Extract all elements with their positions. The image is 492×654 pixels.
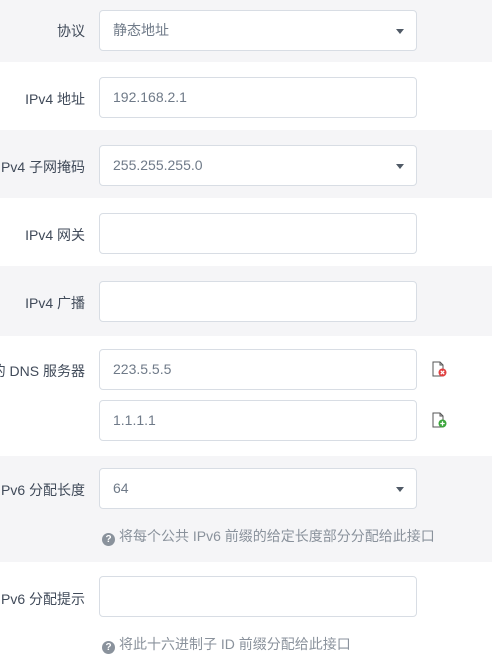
ipv4-gateway-input[interactable] bbox=[99, 213, 417, 254]
dns-label: 的 DNS 服务器 bbox=[0, 363, 85, 379]
protocol-select[interactable]: 静态地址 bbox=[99, 10, 417, 51]
dns-server-value-2: 1.1.1.1 bbox=[113, 412, 156, 428]
question-icon: ? bbox=[102, 533, 115, 546]
ipv6-assign-hint-input[interactable] bbox=[99, 576, 417, 617]
ipv6-assign-hint-label: IPv6 分配提示 bbox=[0, 591, 85, 607]
ipv6-assign-hint-hint: ? 将此十六进制子 ID 前缀分配给此接口 bbox=[102, 635, 351, 654]
ipv4-broadcast-label: IPv4 广播 bbox=[25, 295, 85, 311]
ipv6-assign-length-row: IPv6 分配长度 64 ? 将每个公共 IPv6 前缀的给定长度部分分配给此接口 bbox=[0, 456, 492, 562]
ipv4-gateway-row: IPv4 网关 bbox=[0, 198, 492, 266]
chevron-down-icon bbox=[396, 487, 404, 492]
ipv6-assign-length-value: 64 bbox=[113, 480, 129, 496]
ipv6-assign-hint-hint-text: 将此十六进制子 ID 前缀分配给此接口 bbox=[119, 636, 351, 652]
protocol-value: 静态地址 bbox=[113, 22, 169, 38]
ipv4-address-value: 192.168.2.1 bbox=[113, 89, 187, 105]
ipv4-gateway-label: IPv4 网关 bbox=[25, 227, 85, 243]
ipv4-netmask-select[interactable]: 255.255.255.0 bbox=[99, 145, 417, 186]
chevron-down-icon bbox=[396, 164, 404, 169]
ipv6-assign-length-select[interactable]: 64 bbox=[99, 468, 417, 509]
ipv4-netmask-label: IPv4 子网掩码 bbox=[0, 159, 85, 175]
remove-entry-icon[interactable] bbox=[431, 361, 447, 377]
ipv4-address-row: IPv4 地址 192.168.2.1 bbox=[0, 62, 492, 130]
ipv6-assign-length-label: IPv6 分配长度 bbox=[0, 482, 85, 498]
ipv6-assign-length-hint: ? 将每个公共 IPv6 前缀的给定长度部分分配给此接口 bbox=[102, 527, 435, 546]
protocol-row: 协议 静态地址 bbox=[0, 0, 492, 62]
ipv4-netmask-value: 255.255.255.0 bbox=[113, 157, 203, 173]
dns-server-value-1: 223.5.5.5 bbox=[113, 361, 172, 377]
ipv4-broadcast-row: IPv4 广播 bbox=[0, 266, 492, 336]
ipv6-assign-length-hint-text: 将每个公共 IPv6 前缀的给定长度部分分配给此接口 bbox=[119, 528, 435, 544]
chevron-down-icon bbox=[396, 29, 404, 34]
ipv4-address-label: IPv4 地址 bbox=[25, 91, 85, 107]
add-entry-icon[interactable] bbox=[431, 412, 447, 428]
ipv6-assign-hint-row: IPv6 分配提示 ? 将此十六进制子 ID 前缀分配给此接口 bbox=[0, 562, 492, 654]
protocol-label: 协议 bbox=[57, 23, 85, 39]
ipv4-broadcast-input[interactable] bbox=[99, 281, 417, 322]
dns-server-input-2[interactable]: 1.1.1.1 bbox=[99, 400, 417, 441]
dns-row: 的 DNS 服务器 223.5.5.5 1.1.1.1 bbox=[0, 336, 492, 456]
ipv4-netmask-row: IPv4 子网掩码 255.255.255.0 bbox=[0, 130, 492, 198]
dns-server-input-1[interactable]: 223.5.5.5 bbox=[99, 349, 417, 390]
ipv4-address-input[interactable]: 192.168.2.1 bbox=[99, 77, 417, 118]
